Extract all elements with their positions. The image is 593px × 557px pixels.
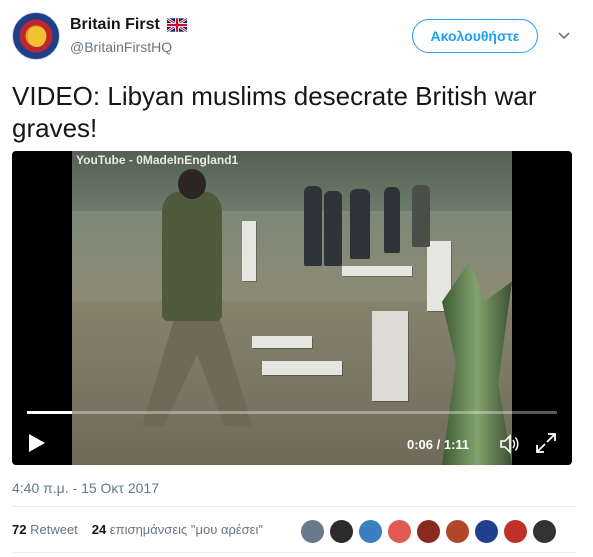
progress-fill xyxy=(27,411,72,414)
account-handle[interactable]: @BritainFirstHQ xyxy=(70,39,172,55)
soldier-body xyxy=(162,191,222,321)
fullscreen-icon[interactable] xyxy=(535,432,557,454)
liker-avatars xyxy=(300,519,557,544)
liker-avatar[interactable] xyxy=(329,519,354,544)
account-name[interactable]: Britain First xyxy=(70,16,160,34)
liker-avatar[interactable] xyxy=(474,519,499,544)
retweet-count: 72 xyxy=(12,522,27,537)
grave xyxy=(262,361,342,375)
soldier-head xyxy=(178,169,206,199)
uk-flag-icon xyxy=(166,18,187,32)
divider xyxy=(12,552,577,553)
liker-avatar[interactable] xyxy=(532,519,557,544)
retweet-stat[interactable]: 72 Retweet xyxy=(12,522,78,537)
chevron-down-icon[interactable] xyxy=(557,29,571,43)
grave xyxy=(342,266,412,276)
liker-avatar[interactable] xyxy=(358,519,383,544)
background-person xyxy=(304,186,322,266)
background-person xyxy=(350,189,370,259)
like-stat[interactable]: 24 επισημάνσεις "μου αρέσει" xyxy=(92,522,263,537)
play-icon[interactable] xyxy=(28,433,46,453)
progress-bar[interactable] xyxy=(27,411,557,414)
liker-avatar[interactable] xyxy=(503,519,528,544)
grave xyxy=(372,311,408,401)
like-count: 24 xyxy=(91,522,107,537)
background-person xyxy=(324,191,342,266)
background-person xyxy=(412,185,430,247)
divider xyxy=(12,506,577,507)
like-label: επισημάνσεις "μου αρέσει" xyxy=(109,522,263,537)
volume-icon[interactable] xyxy=(499,434,521,454)
follow-button[interactable]: Ακολουθήστε xyxy=(412,19,538,53)
liker-avatar[interactable] xyxy=(300,519,325,544)
tweet-text: VIDEO: Libyan muslims desecrate British … xyxy=(12,81,537,143)
name-row: Britain First xyxy=(70,16,187,34)
liker-avatar[interactable] xyxy=(445,519,470,544)
avatar[interactable] xyxy=(12,12,60,60)
video-player[interactable]: YouTube - 0MadeInEngland1 0:06 / 1:11 xyxy=(12,151,572,465)
grave xyxy=(242,221,256,281)
liker-avatar[interactable] xyxy=(416,519,441,544)
retweet-label: Retweet xyxy=(30,522,78,537)
background-person xyxy=(384,187,400,253)
tweet-timestamp[interactable]: 4:40 π.μ. - 15 Οκτ 2017 xyxy=(12,480,159,496)
tweet-header: Britain First @BritainFirstHQ Ακολουθήστ… xyxy=(12,12,582,62)
video-watermark: YouTube - 0MadeInEngland1 xyxy=(76,153,239,167)
avatar-emblem xyxy=(28,27,46,47)
liker-avatar[interactable] xyxy=(387,519,412,544)
engagement-stats: 72 Retweet 24 επισημάνσεις "μου αρέσει" xyxy=(12,522,263,537)
grave xyxy=(252,336,312,348)
time-readout: 0:06 / 1:11 xyxy=(407,437,470,452)
video-frame xyxy=(72,151,512,465)
